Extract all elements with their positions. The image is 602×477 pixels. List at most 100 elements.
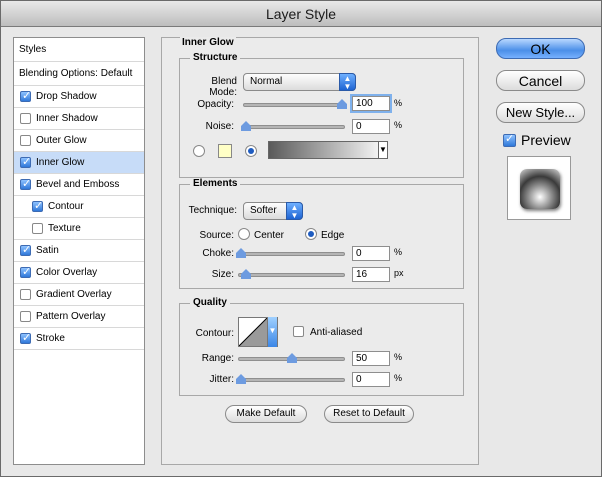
blend-mode-value: Normal: [250, 76, 283, 87]
title-bar[interactable]: Layer Style: [1, 1, 601, 27]
ok-button[interactable]: OK: [496, 38, 585, 59]
sidebar-item-checkbox[interactable]: [20, 89, 31, 102]
source-center-radio[interactable]: [238, 228, 250, 240]
preview-checkbox[interactable]: [503, 132, 516, 147]
choke-input[interactable]: 0: [352, 246, 390, 261]
sidebar-blending-label: Blending Options: Default: [19, 68, 133, 79]
noise-slider-thumb[interactable]: [241, 121, 251, 131]
source-edge-label: Edge: [321, 230, 345, 241]
contour-picker[interactable]: ▼: [238, 317, 278, 347]
sidebar-item-checkbox[interactable]: [20, 289, 31, 300]
inner-glow-panel: Inner Glow Structure Blend Mode: Normal …: [161, 37, 479, 465]
elements-title: Elements: [190, 178, 241, 189]
choke-percent: %: [394, 247, 403, 257]
sidebar-item-drop-shadow[interactable]: Drop Shadow: [14, 86, 144, 108]
blend-mode-select[interactable]: Normal ▲ ▼: [243, 73, 356, 91]
sidebar-item-checkbox[interactable]: [32, 223, 43, 234]
reset-to-default-button[interactable]: Reset to Default: [324, 405, 414, 423]
sidebar-item-texture[interactable]: Texture: [14, 218, 144, 240]
preview-swatch-image: [520, 169, 560, 209]
range-slider-thumb[interactable]: [286, 353, 297, 363]
opacity-percent: %: [394, 98, 403, 108]
choke-label: Choke:: [202, 248, 234, 259]
opacity-label: Opacity:: [197, 99, 234, 110]
styles-sidebar: Styles Blending Options: Default Drop Sh…: [13, 37, 145, 465]
contour-label: Contour:: [195, 328, 234, 339]
sidebar-item-outer-glow[interactable]: Outer Glow: [14, 130, 144, 152]
sidebar-item-label: Color Overlay: [36, 267, 98, 278]
sidebar-item-pattern-overlay[interactable]: Pattern Overlay: [14, 306, 144, 328]
select-arrows-icon: ▲ ▼: [286, 202, 303, 220]
sidebar-item-label: Inner Glow: [36, 157, 85, 168]
sidebar-item-label: Inner Shadow: [36, 113, 98, 124]
sidebar-item-label: Pattern Overlay: [36, 311, 106, 322]
sidebar-item-inner-glow[interactable]: Inner Glow: [14, 152, 144, 174]
source-edge-radio[interactable]: [305, 228, 317, 240]
jitter-slider-thumb[interactable]: [236, 374, 246, 384]
technique-label: Technique:: [188, 205, 237, 216]
sidebar-blending-options[interactable]: Blending Options: Default: [14, 62, 144, 86]
sidebar-item-label: Texture: [48, 223, 81, 234]
anti-aliased-checkbox[interactable]: [293, 326, 304, 337]
sidebar-item-checkbox[interactable]: [20, 331, 31, 344]
sidebar-item-checkbox[interactable]: [20, 155, 31, 168]
sidebar-item-label: Contour: [48, 201, 84, 212]
opacity-slider-thumb[interactable]: [337, 99, 347, 109]
size-slider[interactable]: [238, 269, 345, 279]
noise-slider[interactable]: [241, 121, 345, 131]
gradient-dropdown-icon: ▼: [378, 141, 388, 159]
contour-curve-icon: [239, 318, 268, 346]
choke-slider-thumb[interactable]: [236, 248, 246, 258]
size-input[interactable]: 16: [352, 267, 390, 282]
sidebar-item-satin[interactable]: Satin: [14, 240, 144, 262]
quality-title: Quality: [190, 297, 230, 308]
contour-dropdown-icon: ▼: [267, 317, 277, 347]
make-default-button[interactable]: Make Default: [225, 405, 307, 423]
technique-value: Softer: [250, 205, 277, 216]
jitter-input[interactable]: 0: [352, 372, 390, 387]
sidebar-item-checkbox[interactable]: [20, 135, 31, 146]
sidebar-item-checkbox[interactable]: [20, 113, 31, 124]
sidebar-styles-label: Styles: [19, 44, 47, 55]
sidebar-item-checkbox[interactable]: [20, 311, 31, 322]
elements-group: Elements Technique: Softer ▲ ▼ Source: Ce…: [179, 178, 464, 289]
sidebar-item-checkbox[interactable]: [20, 265, 31, 278]
structure-group: Structure Blend Mode: Normal ▲ ▼ Opacity:…: [179, 52, 464, 178]
structure-title: Structure: [190, 52, 241, 63]
sidebar-item-checkbox[interactable]: [20, 177, 31, 190]
sidebar-item-contour[interactable]: Contour: [14, 196, 144, 218]
quality-group: Quality Contour: ▼ Anti-aliased Range: 5…: [179, 297, 464, 396]
sidebar-item-label: Bevel and Emboss: [36, 179, 120, 190]
gradient-picker[interactable]: ▼: [268, 141, 388, 159]
sidebar-item-gradient-overlay[interactable]: Gradient Overlay: [14, 284, 144, 306]
source-center-label: Center: [254, 230, 285, 241]
source-label: Source:: [199, 230, 234, 241]
opacity-input[interactable]: 100: [352, 96, 390, 111]
sidebar-item-label: Drop Shadow: [36, 91, 97, 102]
choke-slider[interactable]: [236, 248, 345, 258]
sidebar-item-color-overlay[interactable]: Color Overlay: [14, 262, 144, 284]
anti-aliased-label: Anti-aliased: [310, 327, 363, 338]
sidebar-item-checkbox[interactable]: [20, 243, 31, 256]
sidebar-item-bevel-and-emboss[interactable]: Bevel and Emboss: [14, 174, 144, 196]
range-input[interactable]: 50: [352, 351, 390, 366]
glow-color-swatch[interactable]: [218, 144, 232, 158]
range-slider[interactable]: [238, 353, 345, 363]
sidebar-styles-header[interactable]: Styles: [14, 38, 144, 62]
opacity-slider[interactable]: [243, 99, 347, 109]
gradient-radio[interactable]: [245, 145, 257, 157]
layer-style-dialog: Layer Style Styles Blending Options: Def…: [0, 0, 602, 477]
size-slider-thumb[interactable]: [240, 269, 251, 279]
noise-percent: %: [394, 120, 403, 130]
sidebar-item-inner-shadow[interactable]: Inner Shadow: [14, 108, 144, 130]
cancel-button[interactable]: Cancel: [496, 70, 585, 91]
solid-color-radio[interactable]: [193, 145, 205, 157]
jitter-label: Jitter:: [209, 374, 234, 385]
jitter-slider[interactable]: [236, 374, 345, 384]
new-style-button[interactable]: New Style...: [496, 102, 585, 123]
sidebar-item-stroke[interactable]: Stroke: [14, 328, 144, 350]
noise-input[interactable]: 0: [352, 119, 390, 134]
technique-select[interactable]: Softer ▲ ▼: [243, 202, 303, 220]
sidebar-item-checkbox[interactable]: [32, 199, 43, 212]
range-percent: %: [394, 352, 403, 362]
